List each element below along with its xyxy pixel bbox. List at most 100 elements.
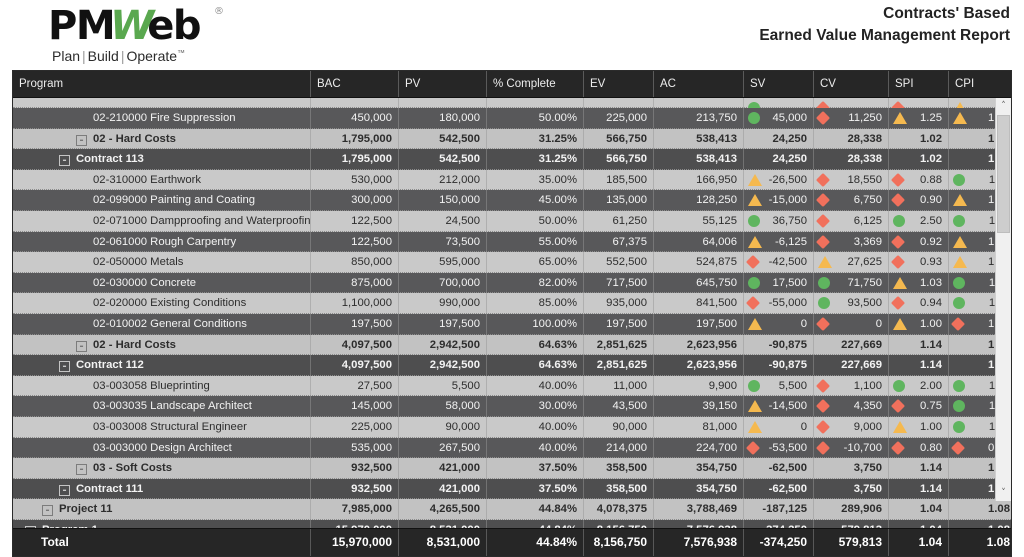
column-header-pv[interactable]: PV — [398, 71, 486, 97]
column-header-pct[interactable]: % Complete — [486, 71, 583, 97]
table-row[interactable]: 02-020000 Existing Conditions 1,100,000 99… — [13, 293, 1011, 314]
cell-bac: 1,100,000 — [310, 293, 398, 314]
cell-bac: 300,000 — [310, 190, 398, 211]
column-header-spi[interactable]: SPI — [888, 71, 948, 97]
cell-bac: 1,795,000 — [310, 149, 398, 170]
yellow-triangle-indicator-icon — [953, 256, 967, 269]
cell-cv: -10,700 — [813, 437, 888, 458]
cell-pv: 990,000 — [398, 293, 486, 314]
cell-value: 2,851,625 — [596, 359, 647, 372]
row-collapse-toggle-icon[interactable]: - — [59, 484, 70, 496]
column-header-name[interactable]: Program — [13, 71, 310, 97]
scroll-up-arrow-icon[interactable]: ˄ — [996, 98, 1011, 114]
row-collapse-toggle-icon[interactable]: - — [42, 505, 53, 517]
table-row[interactable]: 02-010002 General Conditions 197,500 197,5… — [13, 313, 1011, 335]
column-header-bac[interactable]: BAC — [310, 71, 398, 97]
cell-ev: 214,000 — [583, 437, 653, 458]
cell-cv: 289,906 — [813, 499, 888, 520]
table-row[interactable]: 02-030000 Concrete 875,000 700,000 82.00% 71… — [13, 272, 1011, 294]
cell-name: - Contract 113 — [13, 149, 310, 169]
table-row[interactable]: 02-071000 Dampproofing and Waterproofing… — [13, 210, 1011, 232]
cell-value: 932,500 — [351, 462, 392, 475]
grid-header-row: Program BAC PV% Complete EV AC SV CV SPI CPI — [13, 71, 1011, 98]
cell-value: 55.00% — [538, 235, 577, 248]
cell-pv: 2,942,500 — [398, 355, 486, 376]
table-row[interactable]: 02-050000 Metals 850,000 595,000 65.00% 552,… — [13, 252, 1011, 273]
cell-pct: 50.00% — [486, 210, 583, 231]
cell-value: 100.00% — [532, 317, 577, 330]
column-header-cv[interactable]: CV — [813, 71, 888, 97]
cell-value: 85.00% — [538, 297, 577, 310]
total-cell-pct: 44.84% — [486, 529, 583, 556]
table-row[interactable]: -03 - Soft Costs 932,500 421,000 37.50% 358,… — [13, 458, 1011, 479]
table-row[interactable]: - Contract 113 1,795,000 542,500 31.25% 566,7… — [13, 149, 1011, 170]
column-header-cpi[interactable]: CPI — [948, 71, 1011, 97]
column-header-ev[interactable]: EV — [583, 71, 653, 97]
scrollbar-thumb[interactable] — [997, 115, 1010, 233]
cell-pct: 30.00% — [486, 396, 583, 417]
green-circle-indicator-icon — [893, 214, 905, 227]
yellow-triangle-indicator-icon — [953, 112, 967, 124]
table-row[interactable]: 03-003035 Landscape Architect 145,000 58,0… — [13, 396, 1011, 417]
table-row[interactable] — [13, 98, 1011, 118]
row-label: 03-003035 Landscape Architect — [93, 400, 252, 413]
column-header-ac[interactable]: AC — [653, 71, 743, 97]
row-collapse-toggle-icon[interactable]: - — [76, 340, 87, 352]
cell-pv: 24,500 — [398, 210, 486, 231]
row-collapse-toggle-icon[interactable]: - — [59, 155, 70, 167]
cell-cv: 11,250 — [813, 108, 888, 128]
cell-value: 421,000 — [439, 482, 480, 495]
row-label: 02-099000 Painting and Coating — [93, 194, 256, 207]
green-circle-indicator-icon — [953, 379, 965, 392]
red-diamond-indicator-icon — [815, 234, 831, 249]
table-row[interactable]: -02 - Hard Costs 4,097,500 2,942,500 64.63%… — [13, 334, 1011, 356]
cell-pv: 150,000 — [398, 190, 486, 211]
cell-cv: 0 — [813, 313, 888, 334]
table-row[interactable]: - Contract 112 4,097,500 2,942,500 64.63% 2,8… — [13, 355, 1011, 376]
scroll-down-arrow-icon[interactable]: ˅ — [996, 485, 1011, 501]
table-row[interactable]: - Contract 111 932,500 421,000 37.50% 358,500… — [13, 478, 1011, 500]
green-circle-indicator-icon — [748, 214, 760, 227]
cell-value: 4,097,500 — [341, 338, 392, 351]
grid-body[interactable]: 02-210000 Fire Suppression 450,000 180,000… — [13, 98, 1011, 529]
table-row[interactable]: 03-003000 Design Architect 535,000 267,500… — [13, 437, 1011, 459]
cell-bac: 530,000 — [310, 169, 398, 190]
cell-pct: 82.00% — [486, 272, 583, 293]
cell-value: 31.25% — [538, 132, 577, 145]
table-row[interactable]: - Project 11 7,985,000 4,265,500 44.84% 4,078… — [13, 499, 1011, 520]
cell-value: 932,500 — [351, 482, 392, 495]
red-diamond-indicator-icon — [815, 193, 831, 208]
column-header-sv[interactable]: SV — [743, 71, 813, 97]
table-row[interactable]: 03-003058 Blueprinting 27,500 5,500 40.00% 1… — [13, 375, 1011, 397]
table-row[interactable]: 02-061000 Rough Carpentry 122,500 73,500 55… — [13, 231, 1011, 253]
cell-value: 1.02 — [920, 132, 942, 145]
cell-value: 841,500 — [696, 297, 737, 310]
row-label: 03 - Soft Costs — [93, 462, 173, 475]
cell-value: 2,942,500 — [429, 338, 480, 351]
row-collapse-toggle-icon[interactable]: - — [59, 361, 70, 373]
cell-ev: 2,851,625 — [583, 334, 653, 355]
row-collapse-toggle-icon[interactable]: - — [76, 464, 87, 476]
cell-value: 595,000 — [439, 256, 480, 269]
cell-ac: 9,900 — [653, 375, 743, 396]
red-diamond-indicator-icon — [815, 440, 831, 455]
table-row[interactable]: -02 - Hard Costs 1,795,000 542,500 31.25% 56… — [13, 128, 1011, 150]
cell-value: 28,338 — [847, 132, 882, 145]
row-label: 02-010002 General Conditions — [93, 317, 247, 330]
table-row[interactable]: 02-099000 Painting and Coating 300,000 150… — [13, 190, 1011, 211]
cell-value: 717,500 — [606, 276, 647, 289]
table-row[interactable]: 02-210000 Fire Suppression 450,000 180,000… — [13, 108, 1011, 129]
row-label: Contract 112 — [76, 359, 144, 372]
cell-value: 1.08 — [988, 503, 1010, 516]
cell-value: -15,000 — [768, 194, 807, 207]
row-collapse-toggle-icon[interactable]: - — [76, 134, 87, 146]
table-row[interactable]: 02-310000 Earthwork 530,000 212,000 35.00% 1… — [13, 169, 1011, 191]
vertical-scrollbar[interactable]: ˄ ˅ — [995, 98, 1011, 501]
cell-name: - Project 11 — [13, 499, 310, 519]
cell-value: 73,500 — [445, 235, 480, 248]
table-row[interactable]: 03-003008 Structural Engineer 225,000 90,0… — [13, 416, 1011, 438]
cell-value: 39,150 — [702, 400, 737, 413]
green-circle-indicator-icon — [953, 420, 965, 433]
cell-value: 37.50% — [538, 482, 577, 495]
cell-bac: 4,097,500 — [310, 355, 398, 376]
